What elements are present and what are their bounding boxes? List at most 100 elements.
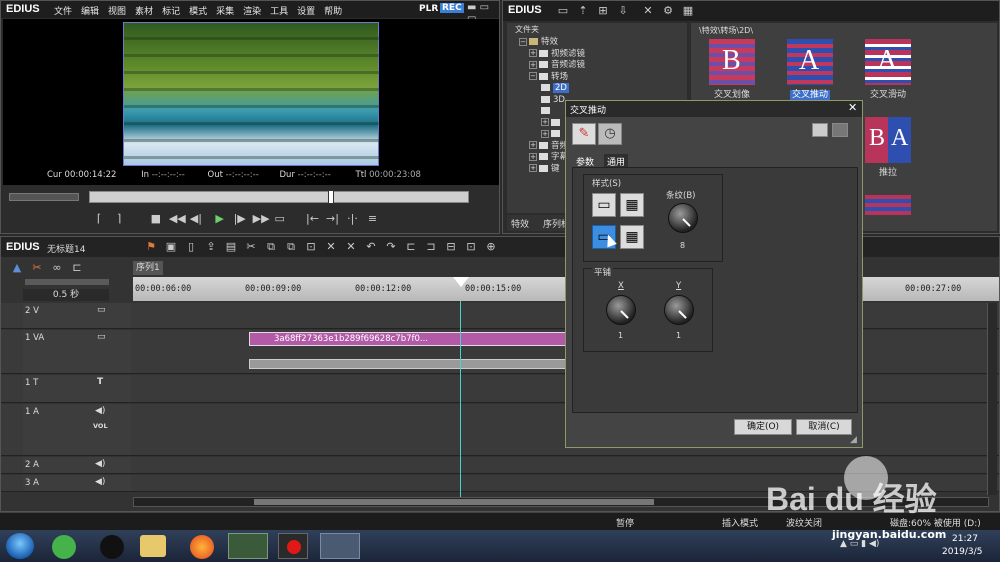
- tree-item-2d[interactable]: 2D: [519, 83, 585, 95]
- more-icon[interactable]: ≡: [365, 212, 379, 226]
- tree-icon[interactable]: ⊞: [596, 4, 610, 18]
- link-mode-icon[interactable]: ∞: [50, 261, 64, 275]
- menu-marker[interactable]: 标记: [162, 7, 180, 17]
- set-in-icon[interactable]: ⌈: [92, 212, 106, 226]
- record-icon[interactable]: [278, 533, 308, 559]
- render-icon[interactable]: ⊕: [484, 240, 498, 254]
- menu-mode[interactable]: 模式: [189, 7, 207, 17]
- qq-icon[interactable]: [100, 535, 124, 559]
- save-icon[interactable]: ▤: [224, 240, 238, 254]
- trim-icon[interactable]: ·|·: [345, 212, 359, 226]
- effect-thumb-cross-slide[interactable]: A: [865, 39, 911, 85]
- step-forward-icon[interactable]: |▶: [233, 212, 247, 226]
- insert-icon[interactable]: |←: [305, 212, 319, 226]
- shuttle-bar[interactable]: [9, 193, 79, 201]
- playhead-marker[interactable]: [453, 277, 469, 287]
- capture-icon[interactable]: ▣: [164, 240, 178, 254]
- stripes-knob[interactable]: [668, 203, 698, 233]
- app-icon[interactable]: [320, 533, 360, 559]
- ok-button[interactable]: 确定(O): [734, 419, 792, 435]
- track-head-2v[interactable]: 2 V ▭: [23, 303, 131, 329]
- delete-icon[interactable]: ✕: [641, 4, 655, 18]
- snap-icon[interactable]: ⊐: [424, 240, 438, 254]
- volume-label[interactable]: VOL: [93, 422, 108, 430]
- ripple-delete-icon[interactable]: ✕: [344, 240, 358, 254]
- cancel-button[interactable]: 取消(C): [796, 419, 852, 435]
- play-icon[interactable]: ▶: [213, 212, 227, 226]
- sequence-tab[interactable]: 序列1: [133, 261, 163, 275]
- folder-icon[interactable]: ▭: [556, 4, 570, 18]
- track-head-1a[interactable]: 1 A ◀) VOL: [23, 404, 131, 456]
- marker-icon[interactable]: ⊏: [404, 240, 418, 254]
- undo-icon[interactable]: ↶: [364, 240, 378, 254]
- trim-mode-icon[interactable]: ✂: [30, 261, 44, 275]
- new-icon[interactable]: ▯: [184, 240, 198, 254]
- effect-thumb-push-pull[interactable]: BA: [865, 117, 911, 163]
- replace-icon[interactable]: ⊡: [304, 240, 318, 254]
- settings-icon[interactable]: ⚙: [661, 4, 675, 18]
- cut-icon[interactable]: ✂: [244, 240, 258, 254]
- reset-icon[interactable]: [812, 123, 828, 137]
- audio-clip[interactable]: [249, 359, 569, 369]
- step-back-icon[interactable]: ◀|: [189, 212, 203, 226]
- track-head-2a[interactable]: 2 A ◀): [23, 457, 131, 474]
- paste-icon[interactable]: ⧉: [284, 240, 298, 254]
- menu-edit[interactable]: 编辑: [81, 7, 99, 17]
- x-knob[interactable]: [606, 295, 636, 325]
- style-option-4[interactable]: ▦: [620, 225, 644, 249]
- zoom-control[interactable]: 0.5 秒: [23, 289, 109, 301]
- menu-file[interactable]: 文件: [54, 7, 72, 17]
- menu-tools[interactable]: 工具: [270, 7, 288, 17]
- rec-button[interactable]: REC: [440, 3, 464, 13]
- zoom-slider[interactable]: [25, 279, 109, 285]
- style-option-1[interactable]: ▭: [592, 193, 616, 217]
- track-mode-icon[interactable]: ▲: [10, 261, 24, 275]
- overwrite-icon[interactable]: →|: [325, 212, 339, 226]
- fast-forward-icon[interactable]: ▶▶: [253, 212, 270, 226]
- rewind-icon[interactable]: ◀◀: [169, 212, 186, 226]
- tree-item-audio-filters[interactable]: + 音频滤镜: [519, 60, 585, 72]
- stopwatch-icon[interactable]: ◷: [598, 123, 622, 145]
- up-folder-icon[interactable]: ⇡: [576, 4, 590, 18]
- tree-item-effects[interactable]: − 特效: [519, 37, 585, 49]
- firefox-icon[interactable]: [190, 535, 214, 559]
- track-head-1t[interactable]: 1 T T: [23, 375, 131, 403]
- explorer-icon[interactable]: [140, 535, 166, 557]
- style-option-2[interactable]: ▦: [620, 193, 644, 217]
- menu-settings[interactable]: 设置: [297, 7, 315, 17]
- scrub-handle[interactable]: [328, 190, 334, 204]
- edius-icon[interactable]: [228, 533, 268, 559]
- close-icon[interactable]: ✕: [848, 101, 857, 114]
- track-head-3a[interactable]: 3 A ◀): [23, 475, 131, 492]
- tree-item-transitions[interactable]: − 转场: [519, 72, 585, 84]
- video-clip[interactable]: 3a68ff27363e1b289f69628c7b7f0...: [249, 332, 569, 346]
- effect-thumb-cross-wipe[interactable]: B: [709, 39, 755, 85]
- tree-item-video-filters[interactable]: + 视频滤镜: [519, 49, 585, 61]
- open-icon[interactable]: ⇪: [204, 240, 218, 254]
- menu-help[interactable]: 帮助: [324, 7, 342, 17]
- sync-mode-icon[interactable]: ⊏: [70, 261, 84, 275]
- mode-icon[interactable]: ⚑: [144, 240, 158, 254]
- track-head-1va[interactable]: 1 VA ▭: [23, 330, 131, 374]
- set-out-icon[interactable]: ⌉: [112, 212, 126, 226]
- palette-icon[interactable]: ✎: [572, 123, 596, 145]
- link-icon[interactable]: ⊟: [444, 240, 458, 254]
- browser-icon[interactable]: [52, 535, 76, 559]
- tab-effects[interactable]: 特效: [511, 217, 529, 230]
- start-button[interactable]: [6, 533, 34, 559]
- view-icon[interactable]: ▦: [681, 4, 695, 18]
- menu-capture[interactable]: 采集: [216, 7, 234, 17]
- redo-icon[interactable]: ↷: [384, 240, 398, 254]
- resize-grip-icon[interactable]: ◢: [850, 435, 857, 445]
- effect-thumb-cross-push[interactable]: A: [787, 39, 833, 85]
- copy-icon[interactable]: ⧉: [264, 240, 278, 254]
- delete-icon[interactable]: ✕: [324, 240, 338, 254]
- y-knob[interactable]: [664, 295, 694, 325]
- group-icon[interactable]: ⊡: [464, 240, 478, 254]
- save-preset-icon[interactable]: [832, 123, 848, 137]
- loop-icon[interactable]: ▭: [273, 212, 287, 226]
- hscroll-thumb[interactable]: [254, 499, 654, 505]
- scrub-bar[interactable]: [89, 190, 469, 204]
- stop-icon[interactable]: ■: [149, 212, 163, 226]
- import-icon[interactable]: ⇩: [616, 4, 630, 18]
